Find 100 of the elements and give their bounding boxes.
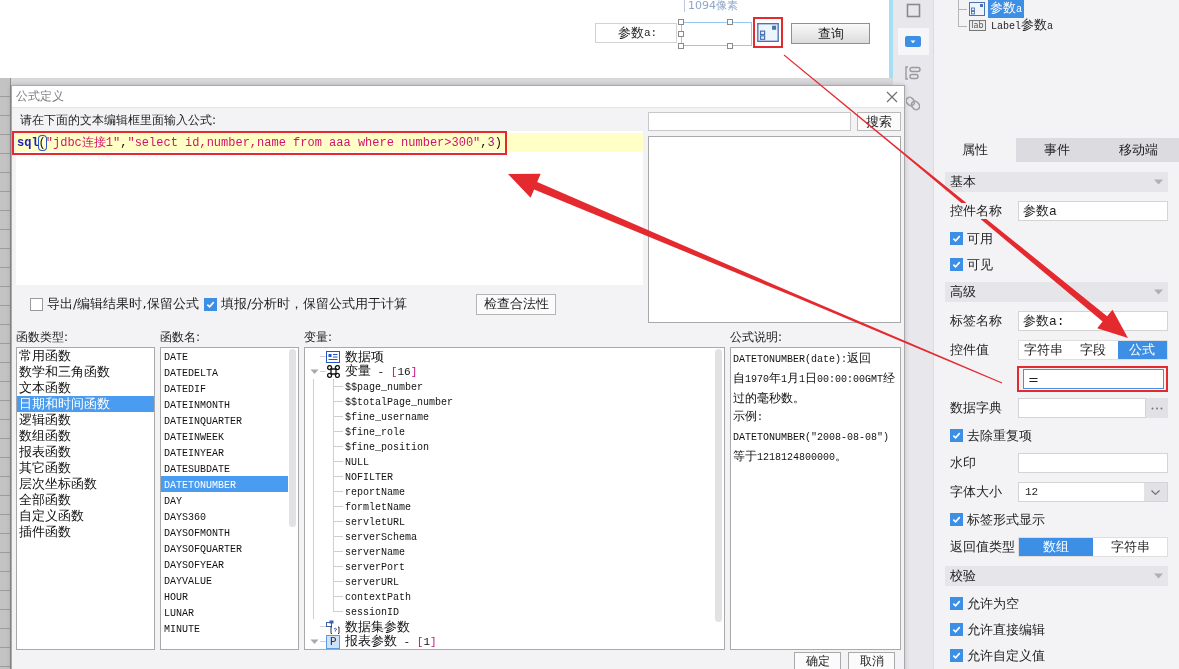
list-item[interactable]: DATEINWEEK [161, 428, 288, 444]
checkbox[interactable] [950, 623, 963, 636]
expand-arrow-icon[interactable] [310, 367, 319, 376]
input-field[interactable] [681, 22, 752, 46]
tree-item[interactable]: 报表参数 - [1] [345, 633, 437, 649]
resize-handle[interactable] [727, 19, 733, 25]
dialog-button[interactable]: 确定 [794, 652, 841, 669]
list-item[interactable]: 常用函数 [17, 348, 154, 364]
dropdown-icon [905, 36, 921, 47]
resize-handle[interactable] [727, 43, 733, 49]
checkbox[interactable] [950, 597, 963, 610]
list-item[interactable]: 插件函数 [17, 524, 154, 540]
scrollbar-thumb[interactable] [715, 349, 722, 622]
checkbox-label: 填报/分析时，保留公式用于计算 [221, 295, 408, 313]
tree-item[interactable]: NULL [345, 453, 369, 470]
tree-item[interactable]: 数据集参数 [345, 619, 410, 634]
column-label: 函数类型: [16, 329, 69, 346]
checkbox[interactable] [950, 232, 963, 245]
list-item[interactable]: DAYVALUE [161, 572, 288, 588]
cloverleaf-icon [326, 365, 340, 378]
checkbox-label: 允许自定义值 [967, 646, 1045, 665]
list-item[interactable]: 数组函数 [17, 428, 154, 444]
tab[interactable]: 移动端 [1097, 138, 1179, 162]
list-item[interactable]: DAY [161, 492, 288, 508]
tree-item[interactable]: $$page_number [345, 378, 423, 395]
tree-item[interactable]: contextPath [345, 588, 411, 605]
select-field[interactable]: 12 [1018, 482, 1168, 502]
tree-item[interactable]: 数据项 [345, 349, 384, 364]
checkbox[interactable] [950, 649, 963, 662]
tree-item[interactable]: servletURL [345, 513, 405, 530]
tree-item[interactable]: $$totalPage_number [345, 393, 454, 410]
section-title: 高级 [950, 283, 976, 301]
list-item[interactable]: 文本函数 [17, 380, 154, 396]
list-item[interactable]: DAYSOFQUARTER [161, 540, 288, 556]
checkbox-label: 可见 [967, 255, 993, 274]
validate-button[interactable]: 检查合法性 [476, 293, 556, 315]
checkbox-label: 允许为空 [967, 594, 1019, 613]
tree-item[interactable]: Label参数a [989, 16, 1056, 35]
field-label: 返回值类型 [950, 539, 1015, 555]
query-button[interactable]: 查询 [791, 23, 870, 44]
tab[interactable]: 事件 [1015, 138, 1098, 162]
collapse-arrow-icon[interactable] [1154, 573, 1163, 579]
tree-item[interactable]: $fine_role [345, 423, 405, 440]
list-item[interactable]: 其它函数 [17, 460, 154, 476]
tree-item[interactable]: sessionID [345, 603, 399, 620]
section-header[interactable]: 高级 [945, 282, 1168, 302]
list-item[interactable]: DAYSOFYEAR [161, 556, 288, 572]
list-item[interactable]: HOUR [161, 588, 288, 604]
list-item[interactable]: 层次坐标函数 [17, 476, 154, 492]
scrollbar-thumb[interactable] [289, 349, 296, 527]
tree-item[interactable]: reportName [345, 483, 405, 500]
list-item[interactable]: DAYSOFMONTH [161, 524, 288, 540]
list-item[interactable]: DATESUBDATE [161, 460, 288, 476]
input-field[interactable] [1018, 398, 1146, 418]
checkbox[interactable] [950, 429, 963, 442]
list-item[interactable]: DATEINQUARTER [161, 412, 288, 428]
toolbar-button[interactable] [897, 28, 929, 55]
list-item[interactable]: MINUTE [161, 620, 288, 636]
list-item[interactable]: 全部函数 [17, 492, 154, 508]
tree-item[interactable]: 变量 - [16] [345, 363, 418, 380]
search-button[interactable]: 搜索 [857, 112, 901, 131]
list-item[interactable]: 数学和三角函数 [17, 364, 154, 380]
input-field[interactable]: 参数a [1018, 201, 1168, 221]
list-item[interactable]: LUNAR [161, 604, 288, 620]
close-button[interactable] [886, 90, 898, 103]
tree-item[interactable]: serverPort [345, 558, 405, 575]
column-label: 函数名: [160, 329, 201, 346]
section-title: 校验 [950, 567, 976, 585]
dialog-button[interactable]: 取消 [848, 652, 895, 669]
collapse-arrow-icon[interactable] [1154, 289, 1163, 295]
ruler-label: 1094像素 [684, 0, 738, 12]
list-item[interactable]: DATEINMONTH [161, 396, 288, 412]
checkbox[interactable] [950, 513, 963, 526]
browse-button[interactable] [1146, 398, 1168, 418]
tree-item[interactable]: NOFILTER [345, 468, 393, 485]
list-item[interactable]: 报表函数 [17, 444, 154, 460]
checkbox[interactable] [204, 297, 217, 311]
search-field[interactable] [648, 112, 851, 131]
list-item[interactable]: DATEDELTA [161, 364, 288, 380]
input-field[interactable]: = [1023, 369, 1164, 389]
checkbox[interactable] [950, 258, 963, 271]
section-header[interactable]: 校验 [945, 566, 1168, 586]
list-item[interactable]: DATE [161, 348, 288, 364]
tree-item[interactable]: serverSchema [345, 528, 417, 545]
input-field[interactable] [1018, 453, 1168, 473]
list-item[interactable]: 逻辑函数 [17, 412, 154, 428]
tree-item[interactable]: $fine_username [345, 408, 429, 425]
collapse-arrow-icon[interactable] [1154, 179, 1163, 185]
section-header[interactable]: 基本 [945, 172, 1168, 192]
list-item[interactable]: 自定义函数 [17, 508, 154, 524]
tree-item[interactable]: formletName [345, 498, 411, 515]
list-item[interactable]: DAYS360 [161, 508, 288, 524]
list-item[interactable]: DATEINYEAR [161, 444, 288, 460]
tree-item[interactable]: serverName [345, 543, 405, 560]
tree-item[interactable]: serverURL [345, 573, 399, 590]
list-item[interactable]: DATEDIF [161, 380, 288, 396]
checkbox[interactable] [30, 297, 43, 311]
expand-arrow-icon[interactable] [310, 637, 319, 646]
tree-item[interactable]: $fine_position [345, 438, 429, 455]
stacked-bars-icon [905, 65, 921, 80]
